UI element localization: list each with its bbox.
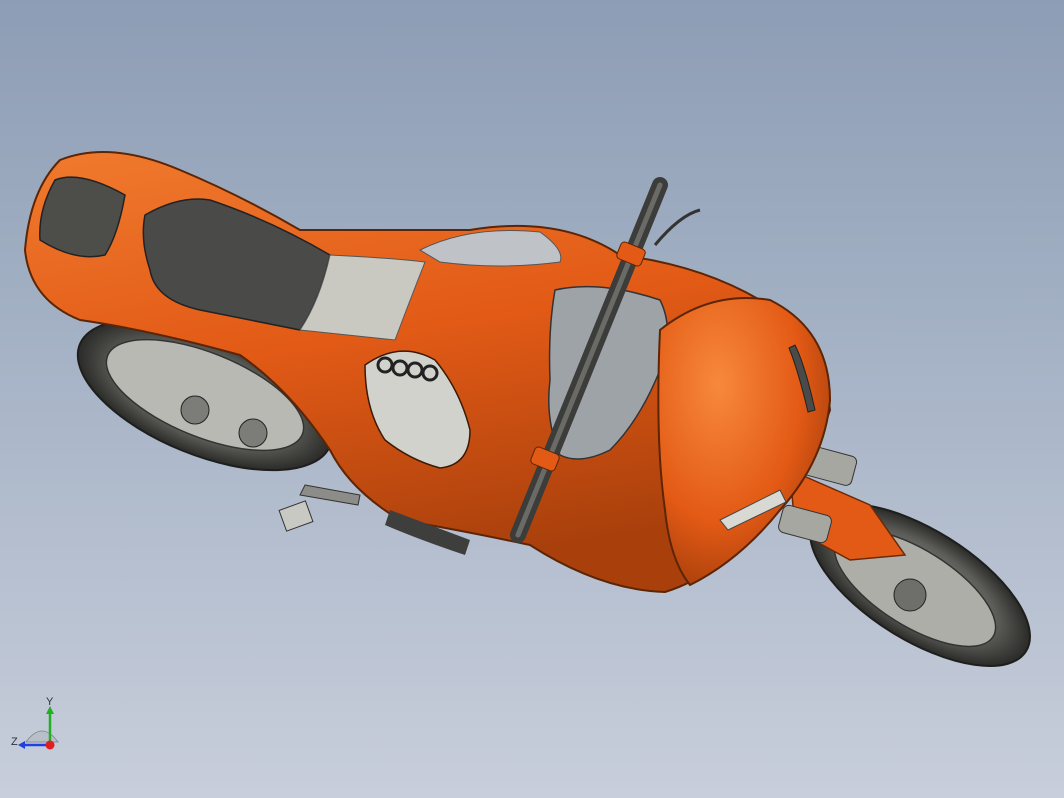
view-orientation-triad: Y Z <box>8 696 68 758</box>
motorcycle-model[interactable] <box>0 0 1064 798</box>
z-axis-label: Z <box>11 736 18 748</box>
x-axis-dot <box>45 740 55 750</box>
foot-peg <box>278 484 361 532</box>
cad-viewport[interactable]: Y Z <box>0 0 1064 798</box>
y-axis-label: Y <box>46 696 54 708</box>
triad-base-icon <box>25 730 59 743</box>
